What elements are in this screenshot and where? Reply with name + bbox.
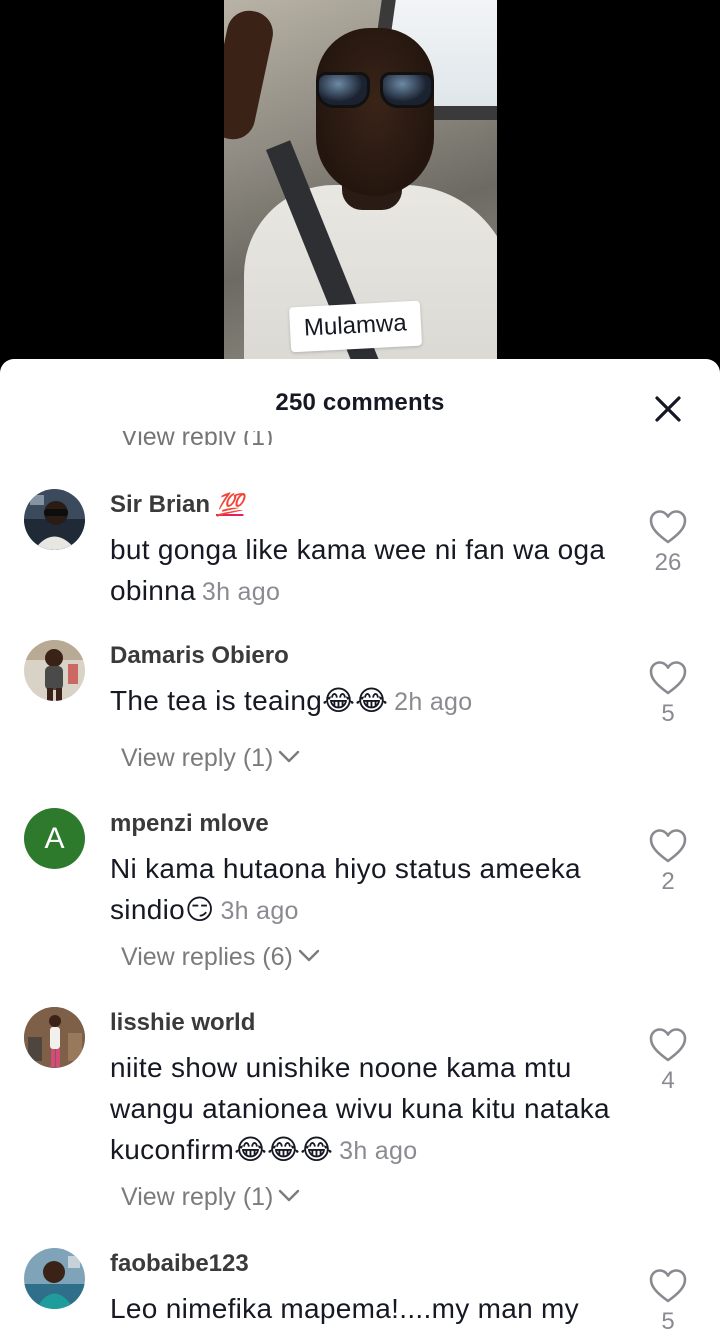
- avatar[interactable]: [24, 1248, 85, 1309]
- comment-username[interactable]: Sir Brian 💯: [110, 491, 243, 519]
- video-person-head: [316, 28, 434, 196]
- like-count: 5: [661, 700, 675, 727]
- comment-count-title: 250 comments: [275, 389, 445, 416]
- avatar-image: [24, 489, 85, 550]
- comments-header: 250 comments: [0, 359, 720, 439]
- heart-outline-icon: [649, 829, 687, 863]
- chevron-down-icon: [279, 1189, 300, 1202]
- comment-username[interactable]: mpenzi mlove: [110, 810, 269, 838]
- chevron-down-icon: [298, 949, 320, 962]
- avatar[interactable]: A: [24, 808, 85, 869]
- avatar[interactable]: [24, 640, 85, 701]
- face-with-tears-of-joy-icon: 😂😂: [322, 685, 389, 716]
- comment-text: niite show unishike noone kama mtu wangu…: [110, 1052, 610, 1165]
- sunglasses-lens-left: [316, 72, 370, 108]
- view-reply-link-partial[interactable]: View reply (1): [121, 431, 273, 445]
- face-with-tears-of-joy-icon: 😂😂😂: [234, 1134, 334, 1165]
- sunglasses-lens-right: [380, 72, 434, 108]
- comment-timestamp: 3h ago: [201, 578, 281, 606]
- chevron-down-icon: [279, 750, 300, 763]
- close-icon: [655, 396, 681, 422]
- avatar[interactable]: [24, 489, 85, 550]
- comment-username[interactable]: faobaibe123: [110, 1250, 249, 1278]
- smirking-face-icon: 😏: [184, 894, 215, 925]
- view-reply-link[interactable]: View reply (1): [121, 744, 301, 773]
- comment-text: Ni kama hutaona hiyo status ameeka sindi…: [110, 853, 581, 925]
- heart-outline-icon: [649, 1269, 687, 1303]
- like-count: 4: [661, 1067, 675, 1094]
- view-reply-link[interactable]: View reply (1): [121, 1183, 301, 1212]
- comment-username[interactable]: Damaris Obiero: [110, 642, 289, 670]
- like-button[interactable]: 5: [648, 1268, 688, 1330]
- video-caption-sticker: Mulamwa: [288, 300, 422, 353]
- video-person-sunglasses: [316, 72, 434, 112]
- comments-sheet: 250 comments View reply (1) Sir Brian 💯 …: [0, 359, 720, 1330]
- comment-text: The tea is teaing😂😂 2h ago: [110, 685, 473, 716]
- avatar-image: [24, 1248, 85, 1309]
- heart-outline-icon: [649, 510, 687, 544]
- hundred-points-icon: 💯: [216, 492, 244, 517]
- like-button[interactable]: 2: [648, 828, 688, 896]
- avatar-image: [24, 1007, 85, 1068]
- close-button[interactable]: [650, 391, 686, 427]
- heart-outline-icon: [649, 661, 687, 695]
- heart-outline-icon: [649, 1028, 687, 1062]
- avatar[interactable]: [24, 1007, 85, 1068]
- avatar-image: [24, 640, 85, 701]
- comment-username[interactable]: lisshie world: [110, 1009, 255, 1037]
- like-button[interactable]: 4: [648, 1027, 688, 1095]
- like-button[interactable]: 5: [648, 660, 688, 728]
- like-count: 5: [661, 1308, 675, 1330]
- video-person-hand: [224, 6, 278, 144]
- comment-timestamp: 3h ago: [220, 897, 299, 925]
- like-count: 2: [661, 868, 675, 895]
- comments-list[interactable]: View reply (1) Sir Brian 💯 but gonga like…: [0, 431, 720, 1330]
- comment-text: but gonga like kama wee ni fan wa oga ob…: [110, 534, 606, 606]
- comment-text: Leo nimefika mapema!....my man my: [110, 1293, 579, 1324]
- comment-timestamp: 2h ago: [394, 688, 473, 716]
- comment-timestamp: 3h ago: [339, 1137, 418, 1165]
- like-button[interactable]: 26: [648, 509, 688, 577]
- video-player[interactable]: Mulamwa: [0, 0, 720, 372]
- view-replies-link[interactable]: View replies (6): [121, 943, 321, 972]
- like-count: 26: [654, 549, 682, 576]
